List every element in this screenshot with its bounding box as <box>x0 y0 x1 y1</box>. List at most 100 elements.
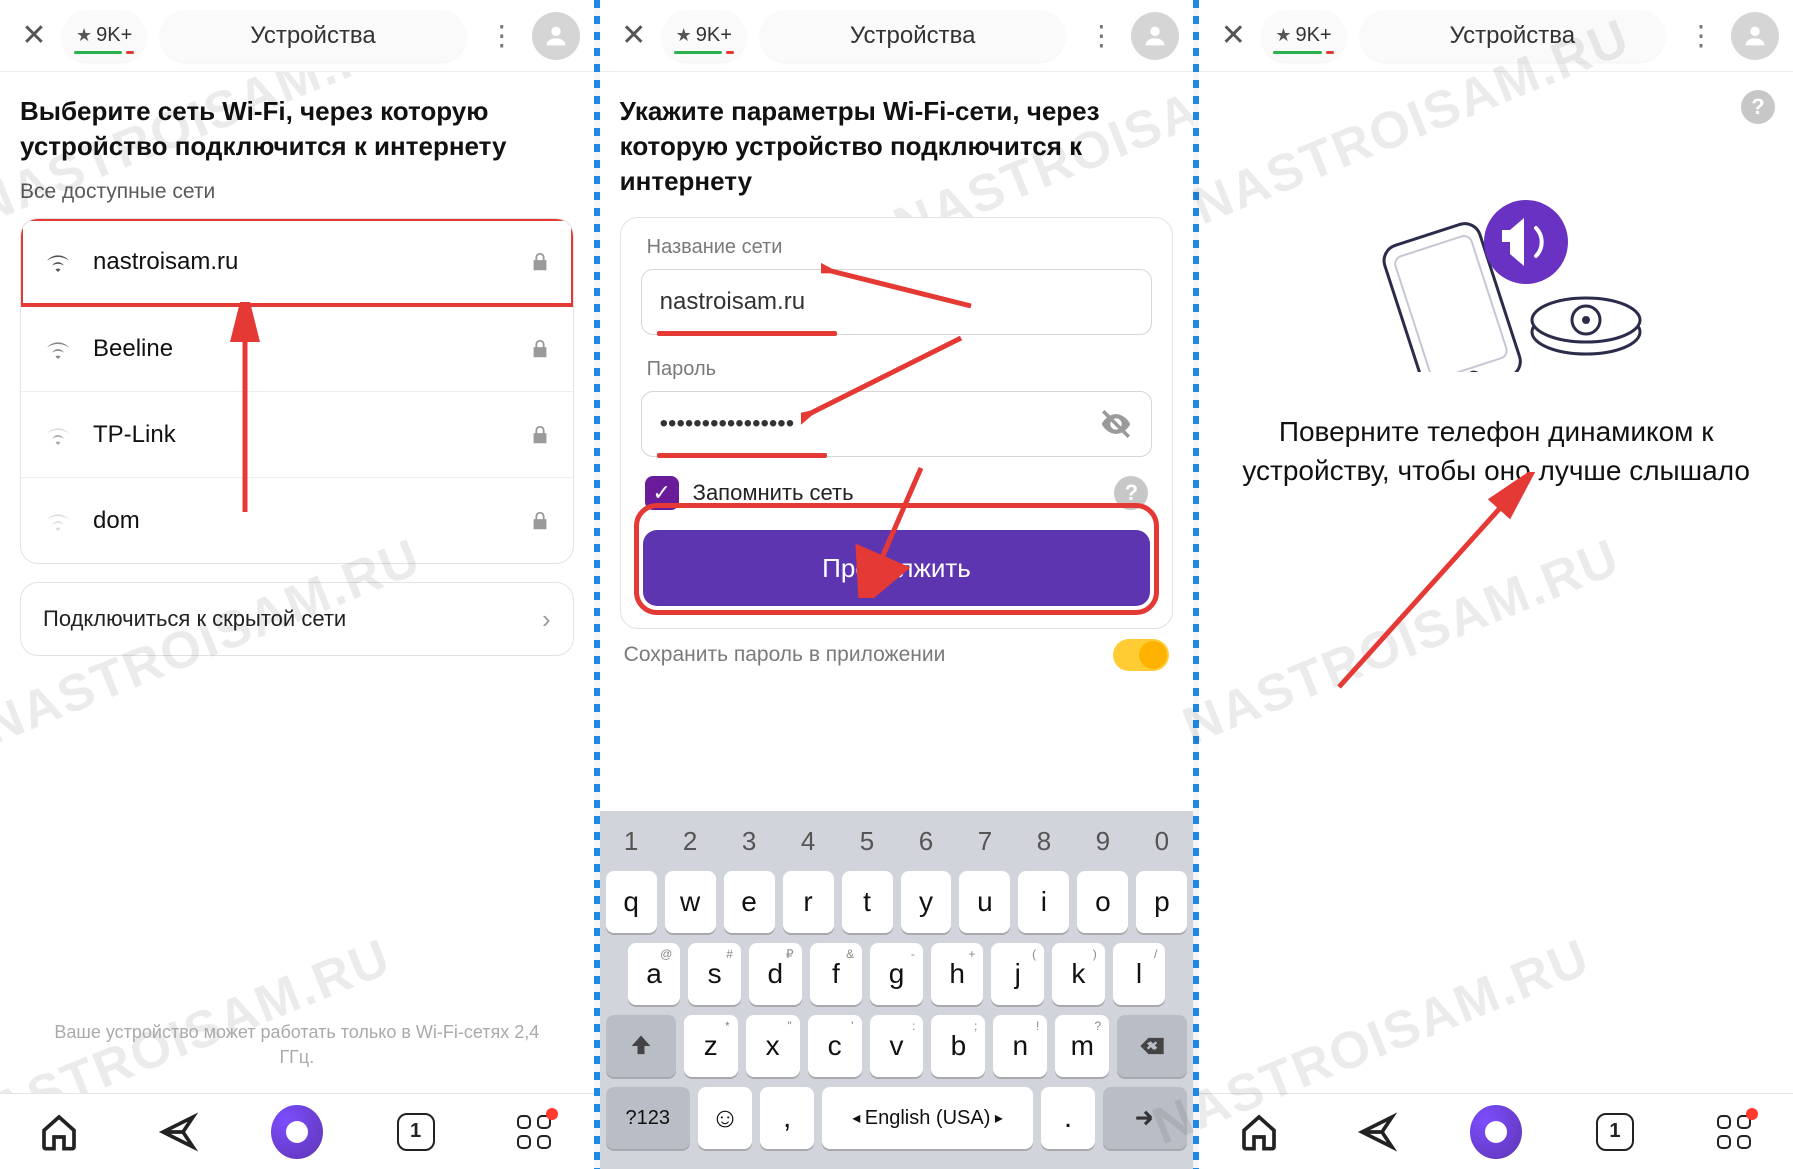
avatar[interactable] <box>1131 12 1179 60</box>
key-t[interactable]: t <box>842 871 893 933</box>
tabs-button[interactable]: 1 <box>1589 1106 1641 1158</box>
key-q[interactable]: q <box>606 871 657 933</box>
avatar[interactable] <box>1731 12 1779 60</box>
key-d[interactable]: d₽ <box>749 943 802 1005</box>
help-icon[interactable]: ? <box>1741 90 1775 124</box>
home-icon[interactable] <box>33 1106 85 1158</box>
bottom-nav: 1 <box>1199 1093 1793 1169</box>
heading: Укажите параметры Wi-Fi-сети, через кото… <box>620 94 1174 199</box>
key-k[interactable]: k) <box>1052 943 1105 1005</box>
title-pill[interactable]: Устройства <box>760 10 1065 62</box>
key-symbols[interactable]: ?123 <box>606 1087 690 1149</box>
title-pill[interactable]: Устройства <box>1360 10 1665 62</box>
wifi-item-nastroisam[interactable]: nastroisam.ru <box>21 219 573 305</box>
more-icon[interactable]: ⋮ <box>480 14 524 58</box>
wifi-item-dom[interactable]: dom <box>21 477 573 563</box>
remember-checkbox[interactable]: ✓ <box>645 476 679 510</box>
topbar: ✕ ★ 9K+ Устройства ⋮ <box>1199 0 1793 72</box>
content-area: NASTROISAM.RU NASTROISAM.RU Укажите пара… <box>600 72 1194 811</box>
title-pill[interactable]: Устройства <box>160 10 465 62</box>
key-r[interactable]: r <box>783 871 834 933</box>
key-y[interactable]: y <box>901 871 952 933</box>
key-2[interactable]: 2 <box>665 817 716 865</box>
key-m[interactable]: m? <box>1055 1015 1109 1077</box>
key-w[interactable]: w <box>665 871 716 933</box>
key-l[interactable]: l/ <box>1113 943 1166 1005</box>
key-shift[interactable] <box>606 1015 676 1077</box>
key-j[interactable]: j( <box>991 943 1044 1005</box>
key-7[interactable]: 7 <box>959 817 1010 865</box>
key-comma[interactable]: , <box>760 1087 814 1149</box>
rating-pill[interactable]: ★ 9K+ <box>62 10 146 62</box>
bottom-nav: 1 <box>0 1093 594 1169</box>
network-name-input[interactable]: nastroisam.ru <box>641 269 1153 335</box>
key-p[interactable]: p <box>1136 871 1187 933</box>
rating-text: 9K+ <box>1295 24 1331 47</box>
key-h[interactable]: h+ <box>931 943 984 1005</box>
key-8[interactable]: 8 <box>1018 817 1069 865</box>
illustration <box>1336 172 1656 372</box>
key-4[interactable]: 4 <box>783 817 834 865</box>
key-z[interactable]: z* <box>684 1015 738 1077</box>
more-icon[interactable]: ⋮ <box>1079 14 1123 58</box>
more-icon[interactable]: ⋮ <box>1679 14 1723 58</box>
key-period[interactable]: . <box>1041 1087 1095 1149</box>
key-i[interactable]: i <box>1018 871 1069 933</box>
password-input[interactable]: •••••••••••••••• <box>641 391 1153 457</box>
star-icon: ★ <box>1275 25 1291 46</box>
close-icon[interactable]: ✕ <box>614 16 654 56</box>
tabs-button[interactable]: 1 <box>390 1106 442 1158</box>
panel-wifi-list: ✕ ★ 9K+ Устройства ⋮ NASTROISAM.RU NASTR… <box>0 0 594 1169</box>
key-e[interactable]: e <box>724 871 775 933</box>
save-password-label: Сохранить пароль в приложении <box>624 643 946 667</box>
key-o[interactable]: o <box>1077 871 1128 933</box>
key-c[interactable]: c' <box>808 1015 862 1077</box>
wifi-name: Beeline <box>93 335 509 363</box>
key-backspace[interactable] <box>1117 1015 1187 1077</box>
key-9[interactable]: 9 <box>1077 817 1128 865</box>
key-0[interactable]: 0 <box>1136 817 1187 865</box>
help-icon[interactable]: ? <box>1114 476 1148 510</box>
key-enter[interactable] <box>1103 1087 1187 1149</box>
eye-off-icon[interactable] <box>1099 407 1133 441</box>
key-u[interactable]: u <box>959 871 1010 933</box>
key-3[interactable]: 3 <box>724 817 775 865</box>
wifi-item-tplink[interactable]: TP-Link <box>21 391 573 477</box>
annotation-arrow <box>1319 472 1539 702</box>
close-icon[interactable]: ✕ <box>14 16 54 56</box>
home-icon[interactable] <box>1233 1106 1285 1158</box>
key-g[interactable]: g- <box>870 943 923 1005</box>
page-title: Устройства <box>850 22 976 50</box>
key-space[interactable]: ◂ English (USA) ▸ <box>822 1087 1033 1149</box>
wifi-item-beeline[interactable]: Beeline <box>21 305 573 391</box>
key-s[interactable]: s# <box>688 943 741 1005</box>
key-1[interactable]: 1 <box>606 817 657 865</box>
close-icon[interactable]: ✕ <box>1213 16 1253 56</box>
key-6[interactable]: 6 <box>901 817 952 865</box>
key-a[interactable]: a@ <box>628 943 681 1005</box>
key-x[interactable]: x" <box>746 1015 800 1077</box>
save-password-toggle[interactable] <box>1113 639 1169 671</box>
network-name-label: Название сети <box>641 236 1153 269</box>
hidden-network-card: Подключиться к скрытой сети › <box>20 582 574 656</box>
star-icon: ★ <box>76 25 92 46</box>
services-icon[interactable] <box>1708 1106 1760 1158</box>
alice-button[interactable] <box>1470 1106 1522 1158</box>
key-f[interactable]: f& <box>810 943 863 1005</box>
key-emoji[interactable]: ☺ <box>698 1087 752 1149</box>
rating-pill[interactable]: ★ 9K+ <box>1261 10 1345 62</box>
continue-button[interactable]: Продолжить <box>643 530 1151 606</box>
hidden-network-link[interactable]: Подключиться к скрытой сети › <box>21 583 573 655</box>
keyboard-row-3: z* x" c' v: b; n! m? <box>606 1015 1188 1077</box>
rating-pill[interactable]: ★ 9K+ <box>662 10 746 62</box>
wifi-name: dom <box>93 507 509 535</box>
avatar[interactable] <box>532 12 580 60</box>
key-v[interactable]: v: <box>870 1015 924 1077</box>
key-n[interactable]: n! <box>993 1015 1047 1077</box>
send-icon[interactable] <box>1351 1106 1403 1158</box>
services-icon[interactable] <box>508 1106 560 1158</box>
key-b[interactable]: b; <box>931 1015 985 1077</box>
alice-button[interactable] <box>271 1106 323 1158</box>
send-icon[interactable] <box>152 1106 204 1158</box>
key-5[interactable]: 5 <box>842 817 893 865</box>
